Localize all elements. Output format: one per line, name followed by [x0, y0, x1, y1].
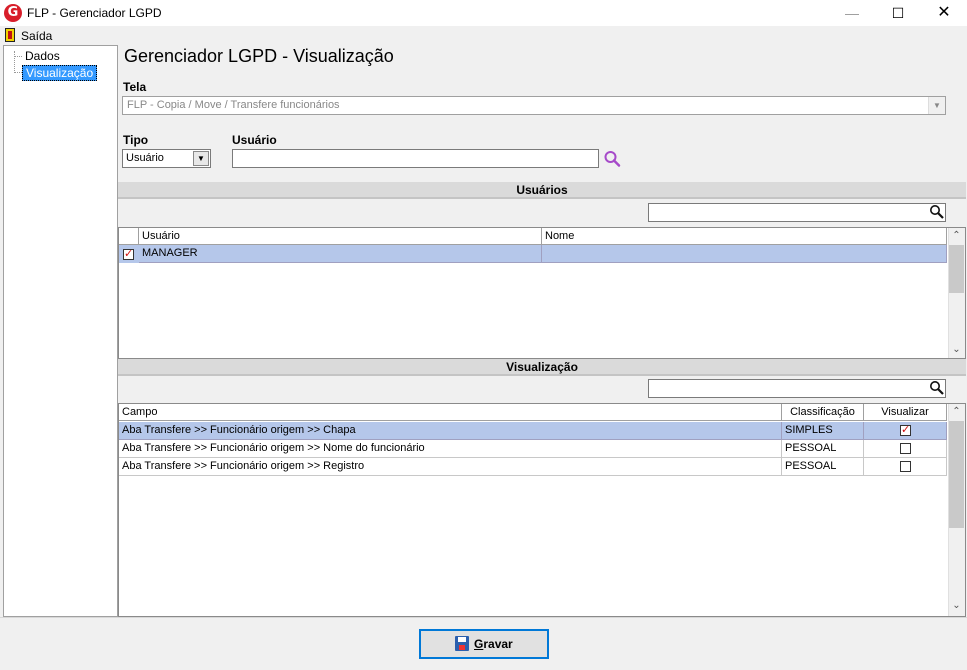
- footer-divider: [0, 617, 967, 618]
- floppy-disk-icon: [455, 636, 469, 651]
- chevron-down-icon[interactable]: ▼: [193, 151, 209, 166]
- save-button-label: Gravar: [474, 637, 513, 651]
- search-icon[interactable]: [929, 380, 945, 396]
- save-label-rest: ravar: [483, 637, 513, 651]
- chevron-down-icon[interactable]: ▼: [928, 97, 945, 114]
- grid-header-nome[interactable]: Nome: [542, 228, 947, 245]
- tree-item-dados[interactable]: Dados: [22, 49, 63, 63]
- search-icon[interactable]: [603, 150, 623, 168]
- usuarios-section-header: Usuários: [118, 182, 966, 199]
- cell-classificacao: SIMPLES: [782, 422, 864, 440]
- visualizar-checkbox[interactable]: [900, 443, 911, 454]
- cell-campo: Aba Transfere >> Funcionário origem >> R…: [119, 458, 782, 476]
- cell-classificacao: PESSOAL: [782, 440, 864, 458]
- usuario-input[interactable]: [232, 149, 599, 168]
- menu-bar: [0, 26, 967, 44]
- scroll-up-icon[interactable]: ⌃: [948, 230, 965, 241]
- cell-usuario: MANAGER: [139, 245, 542, 263]
- grid-header-classificacao[interactable]: Classificação: [782, 404, 864, 421]
- page-title: Gerenciador LGPD - Visualização: [124, 46, 394, 66]
- grid-header-visualizar[interactable]: Visualizar: [864, 404, 947, 421]
- visualizacao-filter-input[interactable]: [648, 379, 946, 398]
- search-icon[interactable]: [929, 204, 945, 220]
- tela-select[interactable]: FLP - Copia / Move / Transfere funcionár…: [122, 96, 946, 115]
- window-title: FLP - Gerenciador LGPD: [27, 6, 162, 20]
- usuarios-filter-input[interactable]: [648, 203, 946, 222]
- minimize-button[interactable]: —: [829, 0, 875, 26]
- usuario-label: Usuário: [232, 133, 277, 147]
- tipo-label: Tipo: [123, 133, 149, 147]
- navigation-tree: [3, 45, 118, 617]
- grid-header-check: [119, 228, 139, 245]
- cell-nome: [542, 245, 947, 263]
- tree-connector: [14, 56, 22, 57]
- scrollbar-thumb[interactable]: [949, 245, 964, 293]
- save-label-accelerator: G: [474, 637, 484, 651]
- menu-item-saida[interactable]: Saída: [21, 29, 52, 43]
- tree-item-visualizacao[interactable]: Visualização: [22, 65, 98, 81]
- scroll-up-icon[interactable]: ⌃: [948, 406, 965, 417]
- scroll-down-icon[interactable]: ⌄: [948, 344, 965, 355]
- app-logo-icon: G: [4, 4, 22, 22]
- tela-label: Tela: [123, 80, 147, 94]
- cell-classificacao: PESSOAL: [782, 458, 864, 476]
- maximize-button[interactable]: ☐: [875, 0, 921, 26]
- scroll-down-icon[interactable]: ⌄: [948, 600, 965, 611]
- cell-campo: Aba Transfere >> Funcionário origem >> C…: [119, 422, 782, 440]
- visualizacao-section-header: Visualização: [118, 359, 966, 376]
- visualizar-checkbox[interactable]: [900, 423, 911, 436]
- grid-header-usuario[interactable]: Usuário: [139, 228, 542, 245]
- row-checkbox[interactable]: [123, 247, 134, 260]
- tree-connector: [14, 51, 15, 73]
- exit-icon[interactable]: [5, 28, 15, 42]
- tree-connector: [14, 72, 22, 73]
- close-button[interactable]: ✕: [921, 0, 967, 26]
- visualizar-checkbox[interactable]: [900, 461, 911, 472]
- scrollbar-thumb[interactable]: [949, 421, 964, 528]
- cell-campo: Aba Transfere >> Funcionário origem >> N…: [119, 440, 782, 458]
- grid-header-campo[interactable]: Campo: [119, 404, 782, 421]
